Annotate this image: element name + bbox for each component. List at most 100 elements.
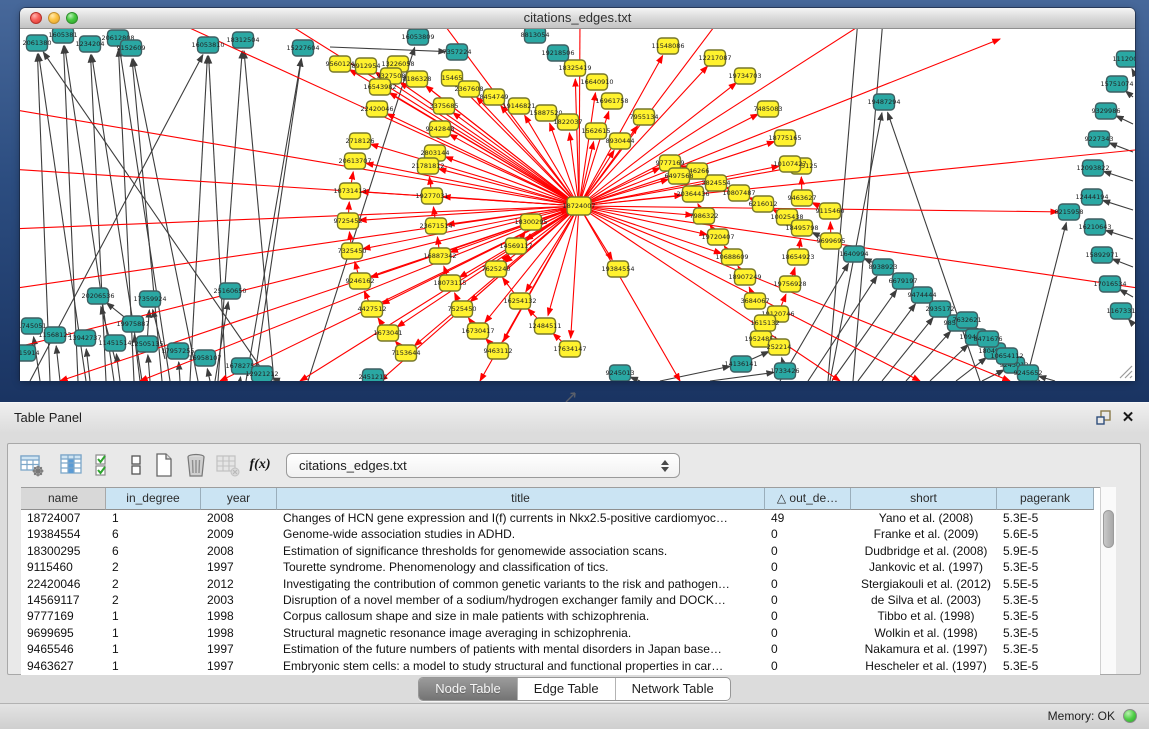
table-row[interactable]: 1456911722003Disruption of a novel membe… [21,592,1094,608]
cell-pagerank[interactable]: 5.3E-5 [997,559,1094,575]
graph-node[interactable]: 16254132 [503,293,536,309]
cell-out_degree[interactable]: 0 [765,592,851,608]
graph-node[interactable]: 16640910 [580,74,613,90]
graph-node[interactable]: 19218506 [541,45,574,61]
graph-node[interactable]: 13942737 [68,330,101,346]
column-header-out_degree[interactable]: △ out_de… [765,488,851,510]
graph-node[interactable]: 9227343 [1085,131,1114,147]
column-header-year[interactable]: year [201,488,277,510]
network-graph-canvas[interactable]: 1872400795601248912954132260589327508818… [20,29,1135,381]
cell-out_degree[interactable]: 0 [765,608,851,624]
graph-node[interactable]: 1112004 [1113,51,1135,67]
graph-node[interactable]: 6497568 [665,168,694,184]
network-window[interactable]: citations_edges.txt 18724007956012489129… [20,8,1135,380]
cell-pagerank[interactable]: 5.3E-5 [997,608,1094,624]
cell-in_degree[interactable]: 2 [106,559,201,575]
graph-node[interactable]: 17016534 [1093,276,1126,292]
cell-out_degree[interactable]: 0 [765,576,851,592]
graph-node[interactable]: 7625240 [482,261,511,277]
cell-title[interactable]: Investigating the contribution of common… [277,576,765,592]
cell-pagerank[interactable]: 5.9E-5 [997,543,1094,559]
graph-node[interactable]: 8813054 [521,29,550,43]
graph-node[interactable]: 19975887 [116,316,149,332]
graph-node[interactable]: 7986322 [690,208,719,224]
table-settings-icon[interactable] [19,452,45,478]
cell-title[interactable]: Corpus callosum shape and size in male p… [277,608,765,624]
cell-short[interactable]: Dudbridge et al. (2008) [851,543,997,559]
graph-node[interactable]: 9245652 [1014,365,1043,381]
graph-node[interactable]: 11548086 [651,38,684,54]
network-window-titlebar[interactable]: citations_edges.txt [20,8,1135,29]
function-builder-icon[interactable]: f(x) [247,452,273,478]
graph-node[interactable]: 4427512 [358,301,387,317]
new-file-icon[interactable] [151,452,177,478]
graph-node[interactable]: 12484511 [528,318,561,334]
graph-node[interactable]: 7153644 [392,345,421,361]
graph-node[interactable]: 9463627 [788,190,817,206]
graph-node[interactable]: 19734703 [728,68,761,84]
cell-short[interactable]: Tibbo et al. (1998) [851,608,997,624]
graph-node[interactable]: 15751074 [1100,76,1133,92]
graph-node[interactable]: 18654923 [781,249,814,265]
cell-name[interactable]: 18724007 [21,510,106,526]
table-vertical-scrollbar[interactable] [1100,487,1116,674]
table-row[interactable]: 2242004622012Investigating the contribut… [21,576,1094,592]
graph-node[interactable]: 12444194 [1075,189,1108,205]
cell-name[interactable]: 9115460 [21,559,106,575]
cell-in_degree[interactable]: 1 [106,658,201,674]
graph-node[interactable]: 9329986 [1092,103,1121,119]
graph-node[interactable]: 1234204 [76,36,105,52]
graph-node[interactable]: 19720407 [701,229,734,245]
table-row[interactable]: 969969511998Structural magnetic resonanc… [21,625,1094,641]
window-minimize-button[interactable] [48,12,60,24]
graph-node[interactable]: 18312504 [226,32,259,48]
graph-node[interactable]: 1167331 [1107,303,1135,319]
graph-node[interactable]: 8186328 [403,71,432,87]
cell-year[interactable]: 1997 [201,641,277,657]
cell-in_degree[interactable]: 6 [106,543,201,559]
table-row[interactable]: 911546021997Tourette syndrome. Phenomeno… [21,559,1094,575]
memory-status-icon[interactable] [1123,709,1137,723]
close-panel-icon[interactable]: ✕ [1119,410,1137,426]
graph-node[interactable]: 17359924 [133,291,166,307]
graph-node[interactable]: 8471676 [974,331,1003,347]
table-row[interactable]: 1872400712008Changes of HCN gene express… [21,510,1094,526]
graph-node[interactable]: 12093822 [1076,160,1109,176]
row-chooser-icon[interactable] [123,452,149,478]
network-view[interactable]: 1872400795601248912954132260589327508818… [20,29,1135,381]
graph-node[interactable]: 1733426 [771,363,800,379]
cell-in_degree[interactable]: 1 [106,608,201,624]
cell-pagerank[interactable]: 5.5E-5 [997,576,1094,592]
cell-title[interactable]: Tourette syndrome. Phenomenology and cla… [277,559,765,575]
graph-node[interactable]: 7955134 [630,109,659,125]
graph-node[interactable]: 16887342 [423,248,456,264]
cell-year[interactable]: 1998 [201,608,277,624]
cell-short[interactable]: Wolkin et al. (1998) [851,625,997,641]
graph-node[interactable]: 8215958 [1055,204,1084,220]
graph-node[interactable]: 1673041 [374,325,403,341]
graph-node[interactable]: 7525450 [448,301,477,317]
graph-node[interactable]: 9463112 [484,343,513,359]
graph-node[interactable]: 9560124 [326,56,355,72]
cell-in_degree[interactable]: 2 [106,576,201,592]
cell-pagerank[interactable]: 5.3E-5 [997,641,1094,657]
graph-node[interactable]: 18775165 [768,130,801,146]
graph-node[interactable]: 7325450 [338,243,367,259]
graph-node[interactable]: 12217087 [698,50,731,66]
graph-node[interactable]: 1640994 [840,246,869,262]
cell-out_degree[interactable]: 0 [765,526,851,542]
graph-node[interactable]: 8930444 [606,133,635,149]
window-resize-grip[interactable] [1117,363,1133,379]
graph-node[interactable]: 9152609 [117,40,146,56]
column-header-name[interactable]: name [21,488,106,510]
tab-edge-table[interactable]: Edge Table [518,678,616,700]
graph-node[interactable]: 9245013 [606,365,635,381]
graph-node[interactable]: 6216012 [749,196,778,212]
graph-node[interactable]: 18907249 [728,269,761,285]
graph-node[interactable]: 9242848 [426,121,455,137]
cell-title[interactable]: Embryonic stem cells: a model to study s… [277,658,765,674]
graph-node[interactable]: 16053810 [191,37,224,53]
cell-short[interactable]: Franke et al. (2009) [851,526,997,542]
graph-node[interactable]: 9699695 [817,233,846,249]
graph-node[interactable]: 19384554 [601,261,634,277]
